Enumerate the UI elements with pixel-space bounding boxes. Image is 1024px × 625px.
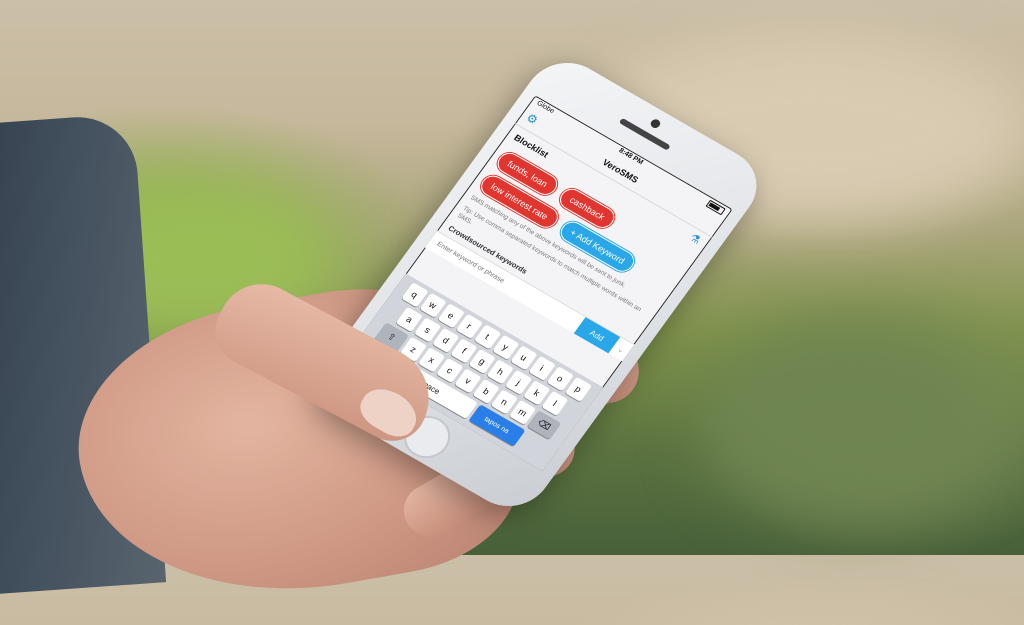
phone-body: Globe 8:48 PM ⚙ VeroSMS ⚗ Blocklist fund… xyxy=(303,48,773,521)
earpiece-speaker xyxy=(618,117,671,151)
front-camera xyxy=(648,117,663,130)
chevron-down-icon[interactable]: ⌄ xyxy=(611,342,630,357)
foliage-blur xyxy=(700,320,1000,520)
